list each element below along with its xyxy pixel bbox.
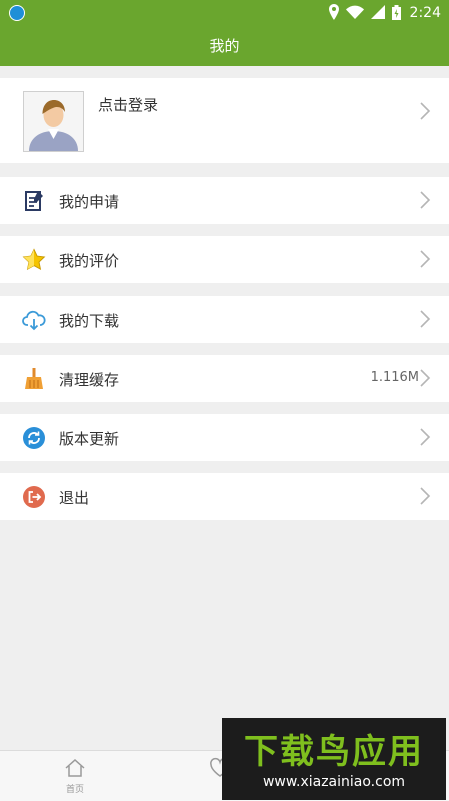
battery-icon <box>392 4 401 20</box>
menu-item-label: 版本更新 <box>59 430 120 448</box>
menu-item-label: 清理缓存 <box>59 371 120 389</box>
menu-item-logout[interactable]: 退出 <box>0 473 449 520</box>
chevron-right-icon <box>420 310 431 328</box>
app-notification-icon <box>9 5 25 21</box>
menu-item-label: 我的下载 <box>59 312 120 330</box>
chevron-right-icon <box>420 102 431 120</box>
logout-icon <box>23 486 45 508</box>
menu-item-my-downloads[interactable]: 我的下载 <box>0 296 449 343</box>
wifi-icon <box>346 5 364 19</box>
cloud-download-icon <box>22 310 46 331</box>
chevron-right-icon <box>420 191 431 209</box>
menu-item-label: 我的申请 <box>59 193 120 211</box>
chevron-right-icon <box>420 250 431 268</box>
status-time: 2:24 <box>409 5 441 21</box>
tab-home[interactable]: 首页 <box>55 757 95 795</box>
application-form-icon <box>25 191 43 211</box>
signal-icon <box>371 5 385 19</box>
watermark-logo: 下载鸟应用 www.xiazainiao.com <box>222 718 446 800</box>
status-bar: 2:24 <box>0 0 449 26</box>
chevron-right-icon <box>420 428 431 446</box>
chevron-right-icon <box>420 487 431 505</box>
broom-icon <box>25 368 43 389</box>
profile-login-row[interactable]: 点击登录 <box>0 78 449 163</box>
menu-item-label: 退出 <box>59 489 90 507</box>
avatar <box>23 91 84 152</box>
menu-item-clear-cache[interactable]: 清理缓存 1.116M <box>0 355 449 402</box>
login-label: 点击登录 <box>98 96 159 114</box>
status-icons <box>329 4 401 20</box>
menu-item-label: 我的评价 <box>59 252 120 270</box>
tab-label: 首页 <box>65 785 84 795</box>
menu-item-version-update[interactable]: 版本更新 <box>0 414 449 461</box>
watermark-logo-text: 下载鸟应用 <box>244 732 424 772</box>
home-icon <box>65 758 85 777</box>
chevron-right-icon <box>420 369 431 387</box>
default-user-avatar-icon <box>29 100 78 151</box>
page-title: 我的 <box>209 37 240 55</box>
star-icon <box>22 248 46 271</box>
location-icon <box>329 4 339 20</box>
title-bar: 我的 <box>0 26 449 66</box>
menu-item-my-applications[interactable]: 我的申请 <box>0 177 449 224</box>
cache-size-value: 1.116M <box>370 370 419 385</box>
refresh-update-icon <box>23 427 45 449</box>
menu-item-my-reviews[interactable]: 我的评价 <box>0 236 449 283</box>
watermark-url: www.xiazainiao.com <box>262 774 406 790</box>
